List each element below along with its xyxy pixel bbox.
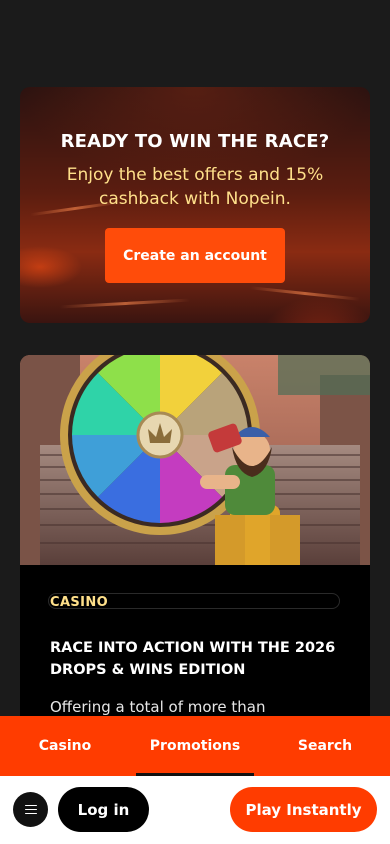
tab-casino[interactable]: Casino xyxy=(0,716,130,776)
hero-light-streak xyxy=(60,298,190,309)
hero-subtitle: Enjoy the best offers and 15% cashback w… xyxy=(66,165,324,209)
login-button[interactable]: Log in xyxy=(58,787,149,832)
promo-title: RACE INTO ACTION WITH THE 2026 DROPS & W… xyxy=(50,640,336,678)
create-account-button[interactable]: Create an account xyxy=(105,228,285,283)
section-tabs: Casino Promotions Search xyxy=(0,716,390,776)
bottom-action-bar: Log in Play Instantly xyxy=(0,776,390,844)
promotions-page: READY TO WIN THE RACE? Enjoy the best of… xyxy=(0,0,390,844)
hero-banner: READY TO WIN THE RACE? Enjoy the best of… xyxy=(20,87,370,323)
play-instantly-button[interactable]: Play Instantly xyxy=(230,787,377,832)
hamburger-menu-icon xyxy=(24,804,37,815)
tab-search[interactable]: Search xyxy=(260,716,390,776)
promo-image xyxy=(20,355,370,565)
promo-category-tag: CASINO xyxy=(50,595,109,610)
wheel-of-fortune-miner-illustration xyxy=(20,355,370,565)
tab-promotions[interactable]: Promotions xyxy=(130,716,260,776)
promo-card[interactable]: CASINO RACE INTO ACTION WITH THE 2026 DR… xyxy=(20,355,370,775)
menu-button[interactable] xyxy=(13,792,48,827)
hero-title: READY TO WIN THE RACE? xyxy=(60,131,330,152)
hero-light-streak xyxy=(250,286,360,301)
